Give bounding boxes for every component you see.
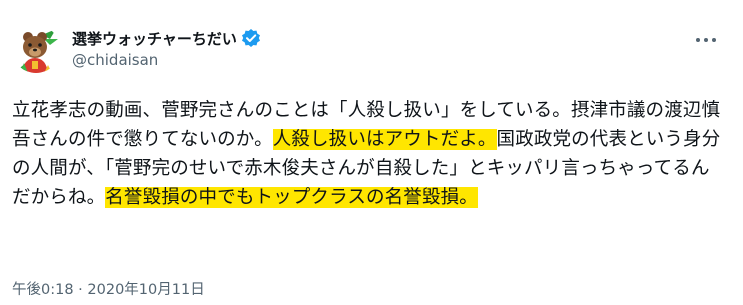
author-name-row: 選挙ウォッチャーちだい — [72, 27, 261, 49]
tweet-text-highlight: 人殺し扱いはアウトだよ。 — [272, 129, 497, 150]
tweet-card: 選挙ウォッチャーちだい @chidaisan 立花孝志の動画、菅野完さんのことは… — [0, 0, 743, 305]
tweet-timestamp[interactable]: 午後0:18 · 2020年10月11日 — [12, 278, 205, 299]
verified-badge-icon — [241, 28, 261, 48]
avatar[interactable] — [12, 25, 60, 73]
tweet-text: 立花孝志の動画、菅野完さんのことは「人殺し扱い」をしている。摂津市議の渡辺慎吾さ… — [12, 96, 724, 212]
tweet-text-highlight: 名誉毀損の中でもトップクラスの名誉毀損。 — [105, 187, 478, 208]
author-handle[interactable]: @chidaisan — [72, 51, 158, 69]
bear-mascot-icon — [16, 29, 58, 73]
more-options-icon[interactable] — [688, 27, 724, 53]
display-name[interactable]: 選挙ウォッチャーちだい — [72, 28, 237, 49]
